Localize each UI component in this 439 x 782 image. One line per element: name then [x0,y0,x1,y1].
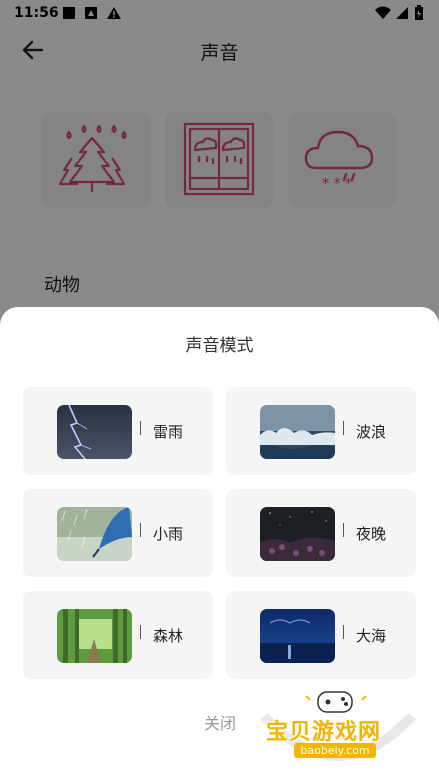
watermark-logo: 宝贝游戏网 baobeiy.com [258,686,418,776]
separator [140,625,141,639]
close-button[interactable]: 关闭 [190,710,250,734]
card-label: 小雨 [153,525,184,543]
card-label: 波浪 [356,423,387,441]
watermark-text: 宝贝游戏网 [266,720,382,745]
card-label: 大海 [356,627,387,645]
sound-card-night[interactable]: 夜晚 [226,489,416,577]
night-image [260,507,335,561]
separator [140,523,141,537]
card-label: 夜晚 [356,525,387,543]
light-rain-image [57,507,132,561]
sound-card-thunderstorm[interactable]: 雷雨 [23,387,213,475]
waves-image [260,405,335,459]
card-label: 森林 [153,627,184,645]
ocean-image [260,609,335,663]
sound-card-forest[interactable]: 森林 [23,591,213,679]
sheet-title: 声音模式 [185,336,254,356]
sound-card-waves[interactable]: 波浪 [226,387,416,475]
forest-image [57,609,132,663]
separator [343,625,344,639]
thunderstorm-image [57,405,132,459]
separator [343,421,344,435]
card-label: 雷雨 [153,423,184,441]
sound-card-light-rain[interactable]: 小雨 [23,489,213,577]
watermark-url: baobeiy.com [294,743,376,758]
separator [140,421,141,435]
separator [343,523,344,537]
sound-card-ocean[interactable]: 大海 [226,591,416,679]
